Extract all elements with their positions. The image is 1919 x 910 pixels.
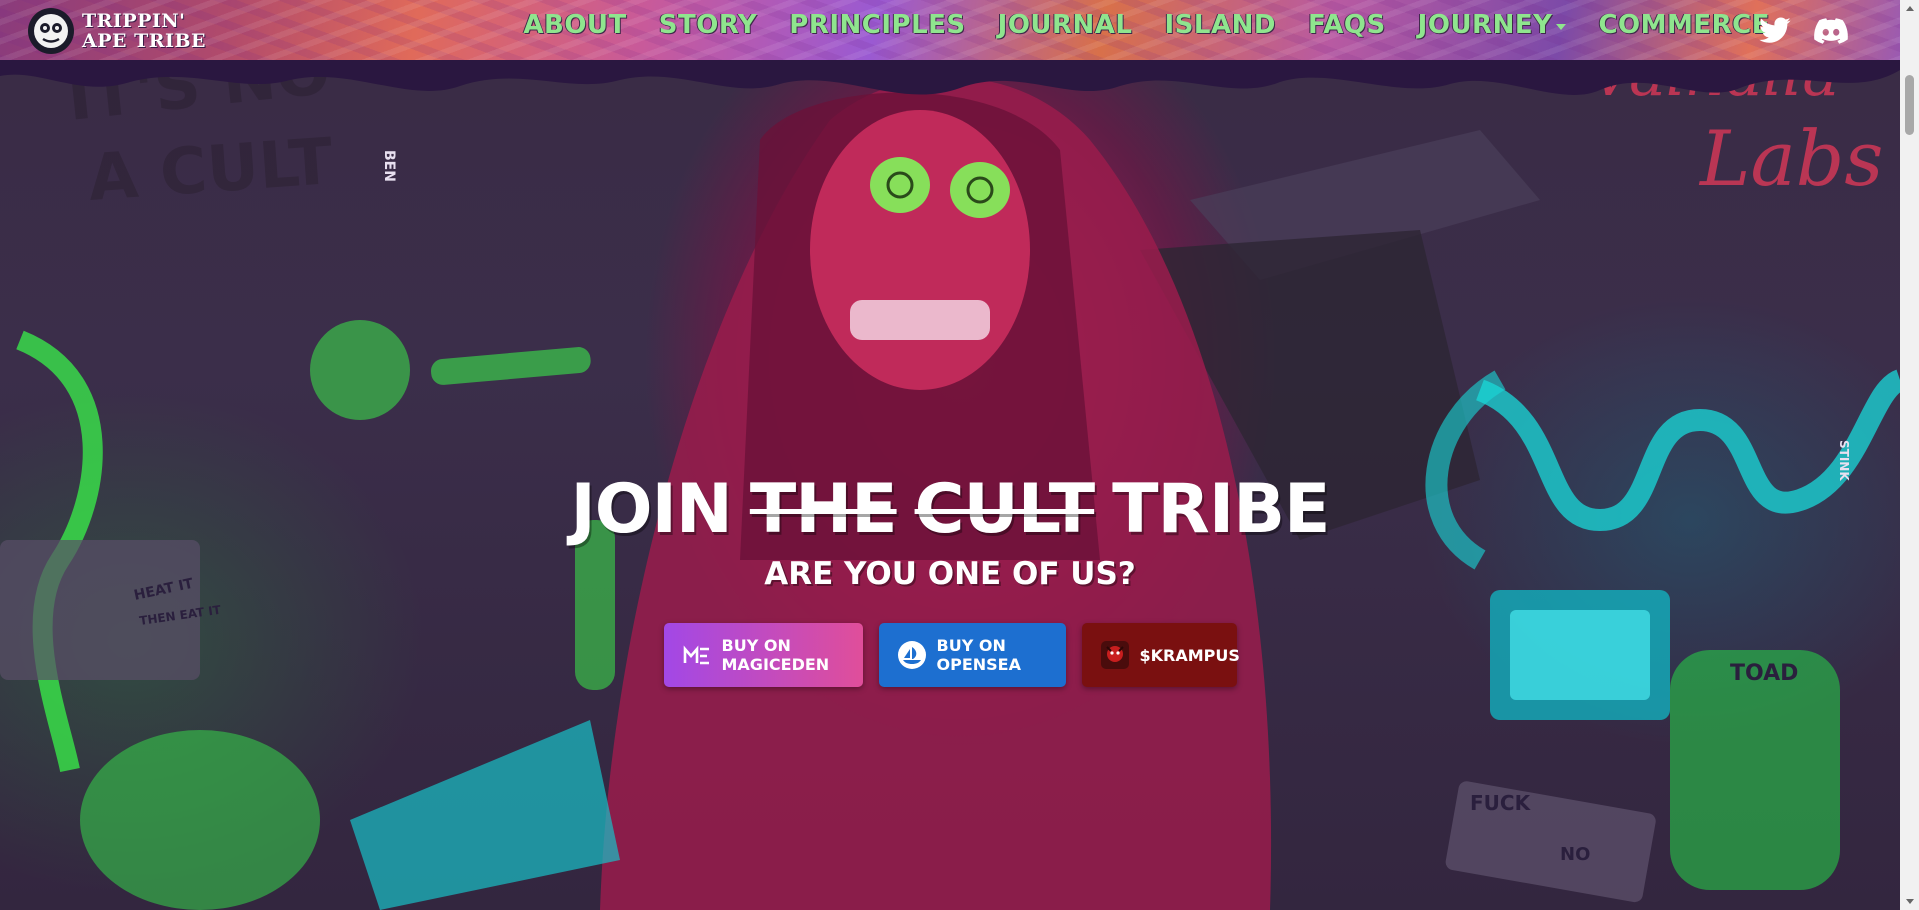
- svg-text:BEN: BEN: [381, 150, 397, 182]
- scroll-up-arrow-icon[interactable]: [1906, 6, 1914, 11]
- nav-commerce-label: COMMERCE: [1598, 10, 1770, 40]
- scroll-down-arrow-icon[interactable]: [1906, 899, 1914, 904]
- brand-name: TRIPPIN' APE TRIBE: [82, 11, 206, 51]
- opensea-icon: [897, 640, 927, 670]
- nav-faqs[interactable]: FAQS: [1308, 10, 1386, 40]
- hero-subtitle: ARE YOU ONE OF US?: [764, 556, 1136, 592]
- nav-journey-dropdown[interactable]: JOURNEY: [1418, 10, 1567, 40]
- buy-on-magiceden-button[interactable]: BUY ON MAGICEDEN: [663, 623, 863, 687]
- hero-title: JOIN THE CULT TRIBE: [0, 470, 1900, 550]
- nav-journal[interactable]: JOURNAL: [998, 10, 1133, 40]
- krampus-token-button[interactable]: $KRAMPUS: [1081, 623, 1240, 687]
- brand-logo-link[interactable]: TRIPPIN' APE TRIBE: [28, 8, 206, 54]
- hero-title-the-struck: THE: [749, 470, 898, 549]
- main-menu: ABOUT STORY PRINCIPLES JOURNAL ISLAND FA…: [523, 10, 1784, 40]
- nav-story[interactable]: STORY: [659, 10, 758, 40]
- buy-on-opensea-button[interactable]: BUY ON OPENSEA: [878, 623, 1066, 687]
- nav-island[interactable]: ISLAND: [1165, 10, 1276, 40]
- hero-title-cult-struck: CULT: [914, 470, 1096, 549]
- psychedelic-lab-scene: IT'S NO A CULT Valhalla Labs: [0, 35, 1900, 910]
- scrollbar-thumb[interactable]: [1905, 75, 1914, 135]
- top-navigation-bar: TRIPPIN' APE TRIBE ABOUT STORY PRINCIPLE…: [0, 0, 1900, 63]
- nav-about[interactable]: ABOUT: [523, 10, 626, 40]
- buy-buttons: BUY ON MAGICEDEN BUY ON OPENSEA $KRAMPUS: [0, 623, 1900, 687]
- nav-principles[interactable]: PRINCIPLES: [789, 10, 965, 40]
- magiceden-icon: [682, 640, 712, 670]
- twitter-icon[interactable]: [1756, 14, 1794, 48]
- buy-on-magiceden-label: BUY ON MAGICEDEN: [721, 636, 830, 674]
- discord-icon[interactable]: [1812, 14, 1850, 48]
- brand-name-line2: APE TRIBE: [82, 30, 206, 52]
- social-links: [1756, 14, 1850, 48]
- buy-on-opensea-label: BUY ON OPENSEA: [936, 636, 1021, 674]
- hero-title-tribe: TRIBE: [1112, 470, 1330, 549]
- brand-name-line1: TRIPPIN': [82, 10, 186, 32]
- krampus-avatar-icon: [1100, 640, 1130, 670]
- nav-drip-edge: [0, 60, 1900, 95]
- svg-text:A CULT: A CULT: [86, 125, 336, 216]
- chevron-down-icon: [1556, 24, 1567, 30]
- svg-text:FUCK: FUCK: [1470, 791, 1532, 815]
- page-scrollbar[interactable]: [1900, 0, 1919, 910]
- krampus-token-label: $KRAMPUS: [1139, 645, 1240, 665]
- hero-section: JOIN THE CULT TRIBE ARE YOU ONE OF US?: [0, 470, 1900, 592]
- hero-title-join: JOIN: [570, 470, 733, 549]
- ape-logo-icon: [28, 8, 74, 54]
- nav-journey-label: JOURNEY: [1417, 10, 1553, 40]
- svg-text:NO: NO: [1560, 844, 1590, 865]
- hero-background-illustration: IT'S NO A CULT Valhalla Labs: [0, 0, 1900, 910]
